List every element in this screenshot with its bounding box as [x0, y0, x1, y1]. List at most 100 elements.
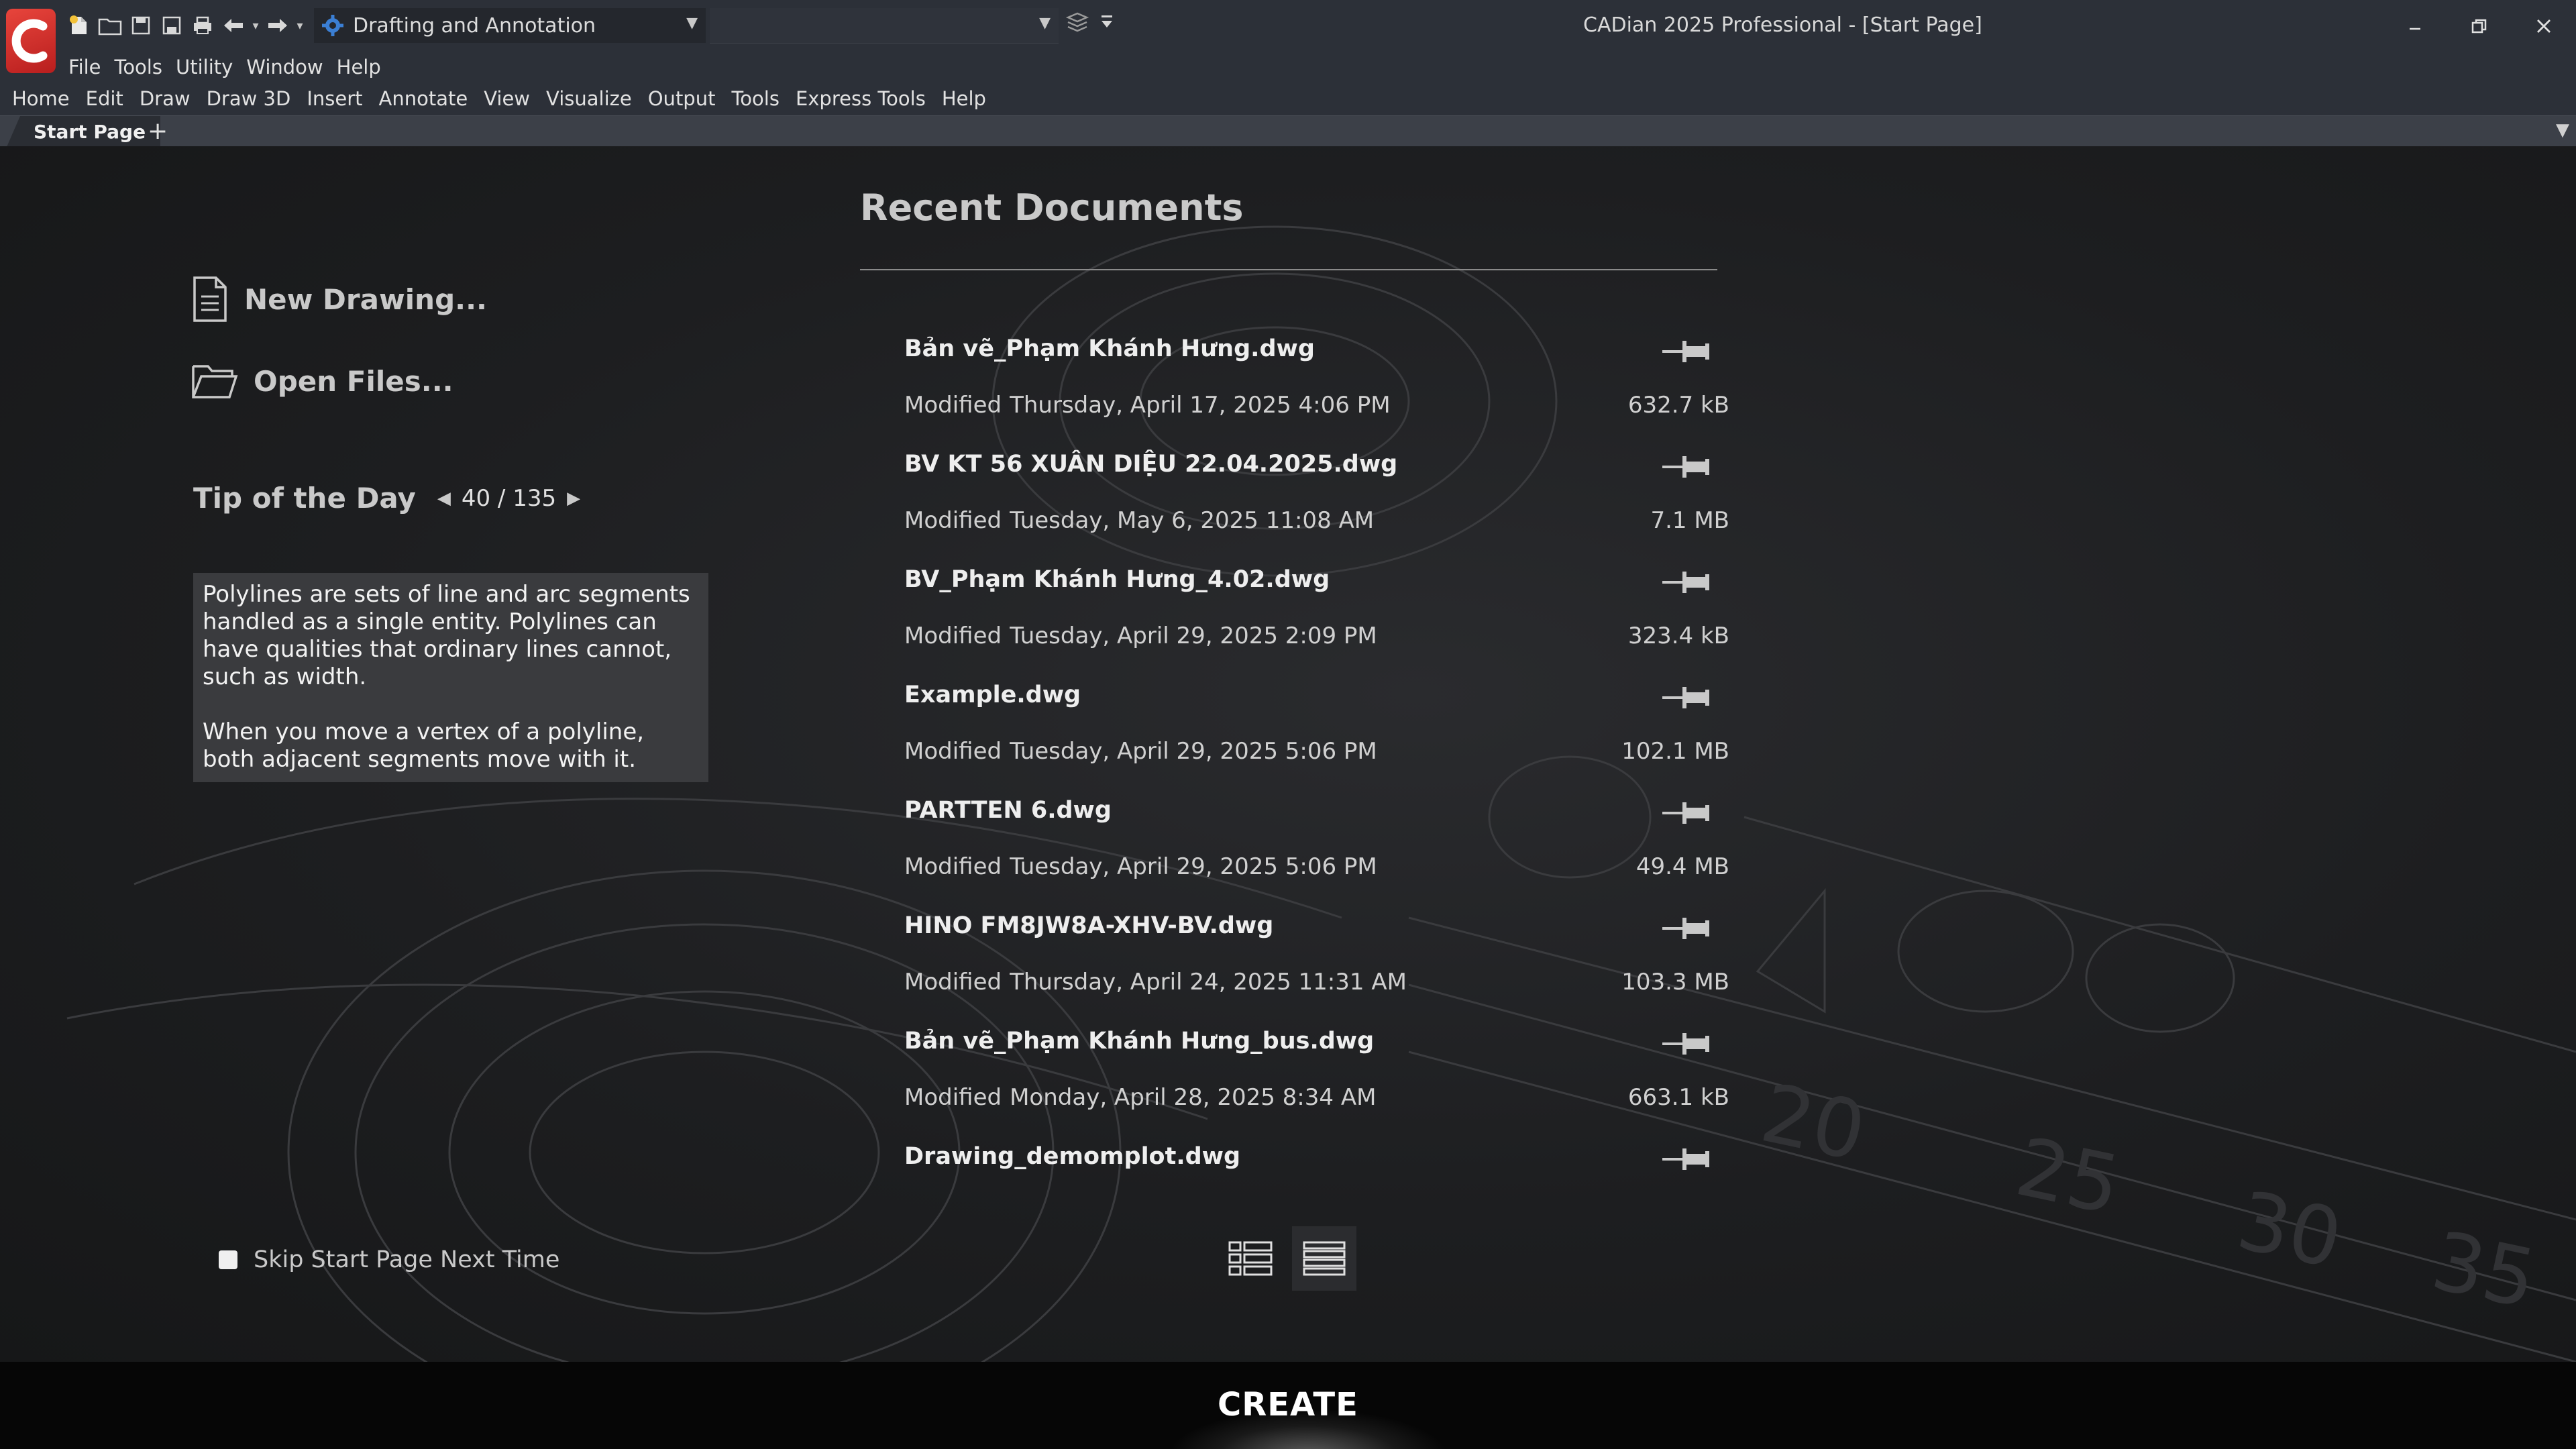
save-icon[interactable]: [127, 12, 154, 39]
create-bar[interactable]: CREATE: [0, 1362, 2576, 1449]
pin-icon[interactable]: [1660, 1144, 1713, 1174]
minimize-button[interactable]: [2383, 0, 2447, 52]
pin-icon[interactable]: [1660, 914, 1713, 943]
app-logo[interactable]: [0, 0, 62, 82]
ribbon-visualize[interactable]: Visualize: [538, 87, 640, 110]
svg-text:30: 30: [2230, 1174, 2349, 1287]
open-folder-icon[interactable]: [97, 12, 123, 39]
list-item[interactable]: Bản vẽ_Phạm Khánh Hưng_bus.dwg Modified M…: [904, 1028, 1729, 1143]
tab-list-dropdown-icon[interactable]: ▼: [2556, 120, 2569, 140]
modified-label: Modified: [904, 969, 1002, 996]
list-view-button[interactable]: [1292, 1226, 1356, 1291]
modified-date: Thursday, April 24, 2025 11:31 AM: [1010, 969, 1407, 996]
title-bar: ▾ ▾ Drafting and Annotation ▼ ▼ CADian 2…: [0, 0, 2576, 52]
new-file-icon[interactable]: [66, 12, 93, 39]
modified-label: Modified: [904, 507, 1002, 534]
ribbon-edit[interactable]: Edit: [78, 87, 131, 110]
skip-start-page-checkbox[interactable]: Skip Start Page Next Time: [219, 1246, 559, 1273]
list-item[interactable]: Example.dwg Modified Tuesday, April 29, 2…: [904, 682, 1729, 797]
recent-documents-title: Recent Documents: [860, 186, 1244, 229]
document-name[interactable]: HINO FM8JW8A-XHV-BV.dwg: [904, 912, 1273, 939]
document-name[interactable]: Drawing_demomplot.dwg: [904, 1143, 1240, 1170]
menu-window[interactable]: Window: [239, 56, 329, 78]
list-item[interactable]: BV KT 56 XUÂN DIỆU 22.04.2025.dwg Modifi…: [904, 451, 1729, 566]
document-name[interactable]: PARTTEN 6.dwg: [904, 797, 1112, 824]
workspace-dropdown[interactable]: Drafting and Annotation ▼: [314, 8, 706, 43]
skip-start-page-label: Skip Start Page Next Time: [254, 1246, 560, 1273]
create-button[interactable]: CREATE: [0, 1386, 2576, 1424]
ribbon-menu-bar: Home Edit Draw Draw 3D Insert Annotate V…: [0, 82, 2576, 115]
layer-dropdown[interactable]: ▼: [710, 8, 1059, 44]
save-as-icon[interactable]: [158, 12, 185, 39]
ribbon-help[interactable]: Help: [934, 87, 994, 110]
chevron-down-icon: ▼: [686, 15, 698, 32]
document-name[interactable]: BV KT 56 XUÂN DIỆU 22.04.2025.dwg: [904, 451, 1397, 478]
layer-manager-icon[interactable]: [1065, 9, 1089, 36]
ribbon-annotate[interactable]: Annotate: [371, 87, 476, 110]
recent-documents-divider: [860, 269, 1717, 270]
add-tab-button[interactable]: +: [148, 117, 168, 145]
tip-previous-icon[interactable]: ◀: [427, 488, 462, 508]
tab-start-page[interactable]: Start Page: [7, 116, 161, 147]
list-item[interactable]: BV_Phạm Khánh Hưng_4.02.dwg Modified Tues…: [904, 566, 1729, 682]
restore-button[interactable]: [2447, 0, 2512, 52]
gear-icon: [322, 15, 343, 36]
menu-help[interactable]: Help: [330, 56, 388, 78]
menu-file[interactable]: File: [62, 56, 108, 78]
ribbon-home[interactable]: Home: [4, 87, 78, 110]
close-button[interactable]: [2512, 0, 2576, 52]
document-size: 7.1 MB: [1650, 507, 1729, 534]
pin-icon[interactable]: [1660, 452, 1713, 482]
modified-date: Thursday, April 17, 2025 4:06 PM: [1010, 392, 1391, 419]
window-controls: [2383, 0, 2576, 52]
ribbon-insert[interactable]: Insert: [299, 87, 370, 110]
open-files-label: Open Files...: [254, 364, 453, 398]
detail-list-icon: [1228, 1241, 1273, 1276]
window-title: CADian 2025 Professional - [Start Page]: [1583, 13, 1982, 37]
ribbon-express-tools[interactable]: Express Tools: [788, 87, 934, 110]
list-item[interactable]: PARTTEN 6.dwg Modified Tuesday, April 29,…: [904, 797, 1729, 912]
document-size: 102.1 MB: [1621, 738, 1729, 765]
document-tab-bar: Start Page + ▼: [0, 115, 2576, 147]
document-name[interactable]: Example.dwg: [904, 682, 1081, 708]
quick-access-toolbar: ▾ ▾: [66, 7, 305, 44]
pin-icon[interactable]: [1660, 1029, 1713, 1059]
ribbon-output[interactable]: Output: [640, 87, 724, 110]
new-drawing-button[interactable]: New Drawing...: [191, 275, 487, 323]
document-name[interactable]: Bản vẽ_Phạm Khánh Hưng.dwg: [904, 335, 1315, 362]
pin-icon[interactable]: [1660, 337, 1713, 366]
ribbon-tools[interactable]: Tools: [723, 87, 787, 110]
menu-utility[interactable]: Utility: [169, 56, 239, 78]
list-item[interactable]: HINO FM8JW8A-XHV-BV.dwg Modified Thursday…: [904, 912, 1729, 1028]
tip-counter: 40 / 135: [461, 484, 557, 512]
minimize-icon: [2410, 28, 2420, 30]
print-icon[interactable]: [189, 12, 216, 39]
ribbon-draw-3d[interactable]: Draw 3D: [199, 87, 299, 110]
pin-icon[interactable]: [1660, 683, 1713, 712]
document-name[interactable]: Bản vẽ_Phạm Khánh Hưng_bus.dwg: [904, 1028, 1374, 1055]
pin-icon[interactable]: [1660, 798, 1713, 828]
tip-next-icon[interactable]: ▶: [556, 488, 591, 508]
redo-dropdown-icon[interactable]: ▾: [295, 12, 305, 39]
modified-label: Modified: [904, 392, 1002, 419]
cadian-logo-icon: [6, 9, 56, 73]
pin-icon[interactable]: [1660, 568, 1713, 597]
list-item[interactable]: Bản vẽ_Phạm Khánh Hưng.dwg Modified Thurs…: [904, 335, 1729, 451]
new-drawing-label: New Drawing...: [244, 282, 488, 316]
open-files-button[interactable]: Open Files...: [191, 361, 453, 401]
undo-dropdown-icon[interactable]: ▾: [251, 12, 260, 39]
redo-icon[interactable]: [264, 12, 291, 39]
undo-icon[interactable]: [220, 12, 247, 39]
document-size: 632.7 kB: [1627, 392, 1729, 419]
ribbon-view[interactable]: View: [476, 87, 538, 110]
document-icon: [193, 276, 227, 322]
ribbon-draw[interactable]: Draw: [131, 87, 199, 110]
customize-toolbar-icon[interactable]: [1100, 13, 1114, 33]
checkbox-icon[interactable]: [219, 1250, 237, 1269]
detail-view-button[interactable]: [1218, 1226, 1283, 1291]
list-item[interactable]: Drawing_demomplot.dwg: [904, 1143, 1729, 1197]
document-name[interactable]: BV_Phạm Khánh Hưng_4.02.dwg: [904, 566, 1330, 593]
menu-tools[interactable]: Tools: [108, 56, 169, 78]
modified-date: Tuesday, April 29, 2025 5:06 PM: [1010, 853, 1377, 880]
modified-label: Modified: [904, 1084, 1002, 1111]
